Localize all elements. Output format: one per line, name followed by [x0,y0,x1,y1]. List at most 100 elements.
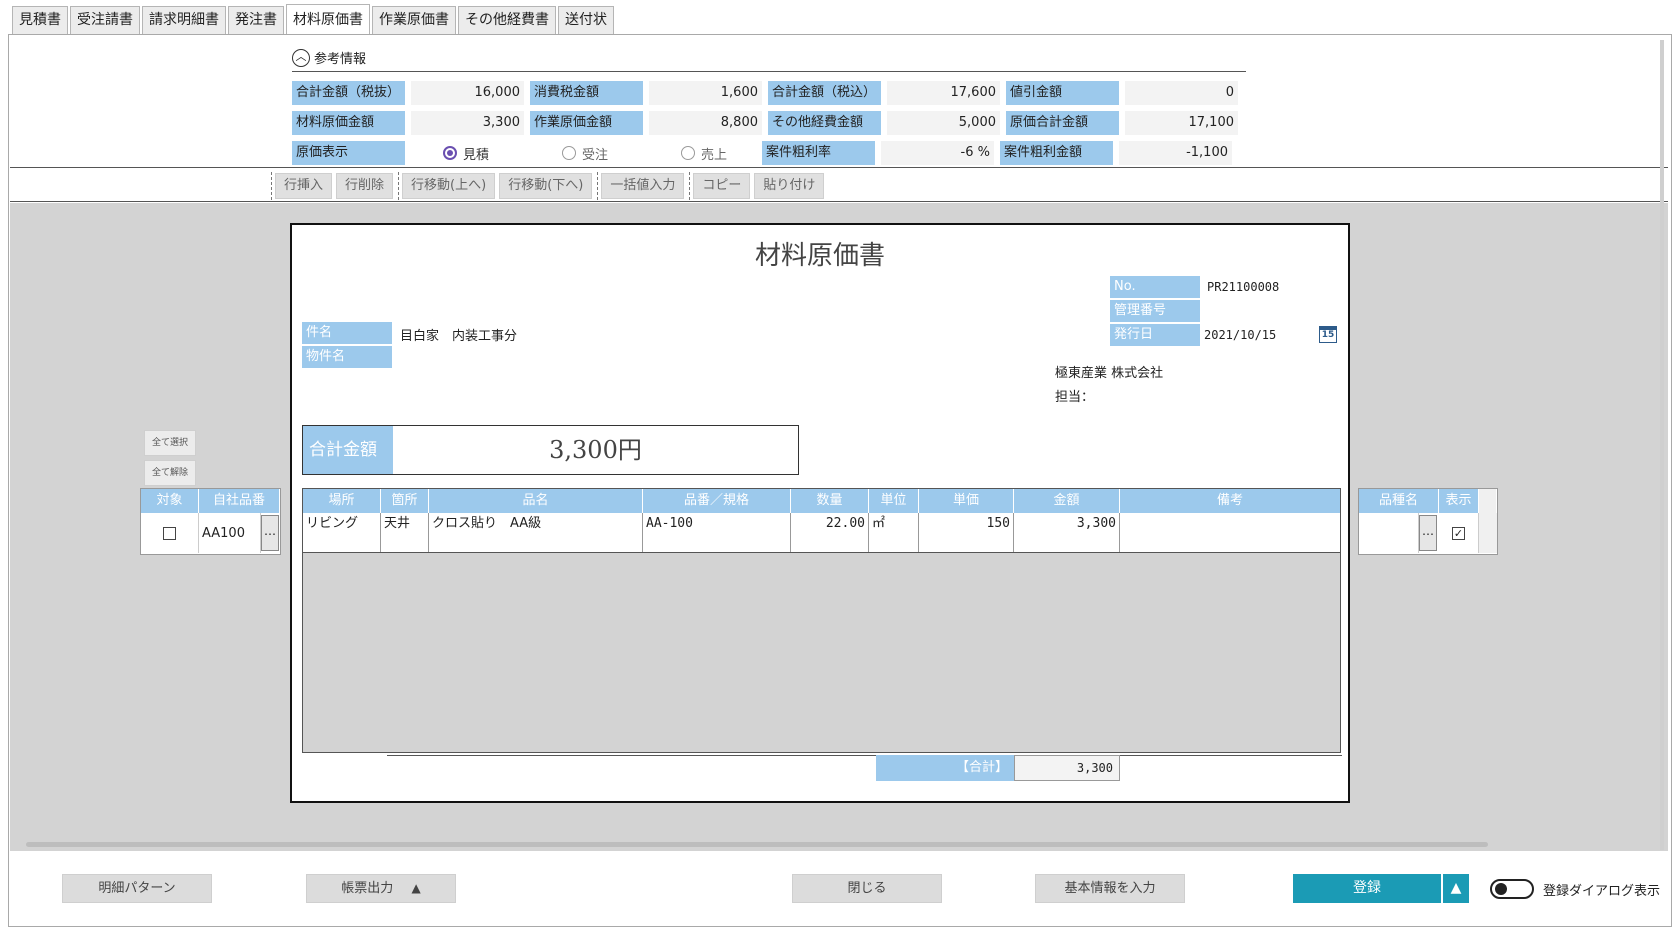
column-header: 単位 [869,489,919,513]
column-header: 単価 [919,489,1014,513]
radio-label: 受注 [582,147,609,163]
calendar-icon[interactable]: 15 [1319,326,1337,343]
triangle-up-icon: ▲ [411,881,421,895]
horizontal-scrollbar[interactable] [26,842,1488,847]
ref-value: 16,000 [411,81,524,105]
register-button[interactable]: 登録 [1293,874,1441,903]
sum-divider [387,755,1342,756]
header-spacer [1479,489,1497,513]
sum-label: 【合計】 [876,755,1014,781]
reference-divider [292,71,1246,72]
ellipsis-button[interactable]: … [1419,515,1437,551]
ref-label: 値引金額 [1006,81,1119,105]
subject-label: 件名 [302,322,392,344]
ellipsis-button[interactable]: … [261,515,279,551]
column-header: 場所 [303,489,381,513]
place-cell[interactable]: リビング [303,513,381,552]
amount-cell[interactable]: 3,300 [1014,513,1120,552]
ref-label: 材料原価金額 [292,111,405,135]
column-header: 品種名 [1359,489,1439,513]
reference-header[interactable]: ︿ 参考情報 [292,48,366,67]
ref-label: その他経費金額 [768,111,881,135]
radio-order[interactable]: 受注 [524,144,643,163]
category-cell[interactable] [1359,513,1419,553]
tab-estimate[interactable]: 見積書 [12,6,68,34]
margin-rate-value: -6 % [881,141,994,165]
ref-value: 17,100 [1125,111,1238,135]
enter-basic-info-button[interactable]: 基本情報を入力 [1035,874,1185,903]
tab-cover-letter[interactable]: 送付状 [558,6,614,34]
radio-unchecked-icon[interactable] [562,146,576,160]
detail-pattern-button[interactable]: 明細パターン [62,874,212,903]
radio-label: 見積 [463,147,490,163]
select-all-button[interactable]: 全て選択 [144,430,196,456]
ref-value: 17,600 [887,81,1000,105]
radio-unchecked-icon[interactable] [681,146,695,160]
right-select-table: 品種名 表示 … ✓ [1358,488,1498,555]
radio-estimate[interactable]: 見積 [405,144,524,163]
issue-date-value[interactable]: 2021/10/15 [1204,328,1276,342]
register-dialog-toggle[interactable] [1490,879,1534,899]
tab-material-cost[interactable]: 材料原価書 [286,4,370,34]
move-up-button[interactable]: 行移動(上へ) [402,173,496,199]
radio-sales[interactable]: 売上 [643,144,762,163]
copy-button[interactable]: コピー [693,173,751,199]
quantity-cell[interactable]: 22.00 [791,513,869,552]
tab-work-cost[interactable]: 作業原価書 [372,6,456,34]
subject-value[interactable]: 目白家 内装工事分 [400,325,517,344]
vertical-scrollbar[interactable] [1660,40,1664,850]
column-header: 品番／規格 [643,489,791,513]
deselect-all-button[interactable]: 全て解除 [144,460,196,486]
right-table-header: 品種名 表示 [1359,489,1497,513]
column-header: 数量 [791,489,869,513]
tab-order-acceptance[interactable]: 受注請書 [70,6,140,34]
tab-other-expense[interactable]: その他経費書 [458,6,556,34]
ref-label: 消費税金額 [530,81,643,105]
doc-no-label: No. [1110,276,1200,298]
left-table-header: 対象 自社品番 [141,489,280,513]
close-button[interactable]: 閉じる [792,874,942,903]
table-row[interactable]: リビング 天井 クロス貼り AA級 AA-100 22.00 ㎡ 150 3,3… [303,513,1340,553]
spot-cell[interactable]: 天井 [381,513,429,552]
table-row: … ✓ [1359,513,1497,553]
target-checkbox[interactable] [163,526,176,540]
toolbar-separator [271,172,272,200]
code-lookup-cell: … [261,513,280,553]
move-down-button[interactable]: 行移動(下へ) [499,173,593,199]
unit-price-cell[interactable]: 150 [919,513,1014,552]
row-toolbar: 行挿入 行削除 行移動(上へ) 行移動(下へ) 一括値入力 コピー 貼り付け [270,172,828,200]
tab-invoice-detail[interactable]: 請求明細書 [142,6,226,34]
tab-purchase-order[interactable]: 発注書 [228,6,284,34]
unit-cell[interactable]: ㎡ [869,513,919,552]
document-title: 材料原価書 [754,241,885,271]
bulk-input-button[interactable]: 一括値入力 [601,173,685,199]
doc-no-value: PR21100008 [1207,280,1280,294]
register-dialog-toggle-label: 登録ダイアログ表示 [1543,884,1661,899]
item-name-cell[interactable]: クロス貼り AA級 [429,513,643,552]
display-checkbox[interactable]: ✓ [1452,526,1465,540]
material-cost-document: 材料原価書 No. PR21100008 管理番号 発行日 2021/10/15… [290,223,1350,803]
ref-label: 合計金額（税抜） [292,81,405,105]
note-cell[interactable] [1120,513,1340,552]
print-output-button[interactable]: 帳票出力 ▲ [306,874,456,903]
margin-amount-value: -1,100 [1119,141,1232,165]
ref-value: 1,600 [649,81,762,105]
left-select-table: 対象 自社品番 AA100 … [140,488,281,555]
print-output-label: 帳票出力 [341,881,394,896]
product-code-cell[interactable]: AA100 [199,513,261,553]
ref-value: 5,000 [887,111,1000,135]
radio-checked-icon[interactable] [443,146,457,160]
ref-label: 合計金額（税込） [768,81,881,105]
item-code-cell[interactable]: AA-100 [643,513,791,552]
reference-row: 合計金額（税抜） 16,000 消費税金額 1,600 合計金額（税込） 17,… [292,78,1244,108]
divider [10,201,1668,202]
delete-row-button[interactable]: 行削除 [336,173,394,199]
divider [10,167,1668,168]
collapse-up-icon[interactable]: ︿ [292,48,310,67]
register-menu-arrow-icon[interactable]: ▲ [1443,874,1469,903]
total-amount-box: 合計金額 3,300円 [302,425,799,475]
display-cell: ✓ [1439,513,1479,553]
insert-row-button[interactable]: 行挿入 [275,173,333,199]
paste-button[interactable]: 貼り付け [754,173,825,199]
ref-value: 3,300 [411,111,524,135]
